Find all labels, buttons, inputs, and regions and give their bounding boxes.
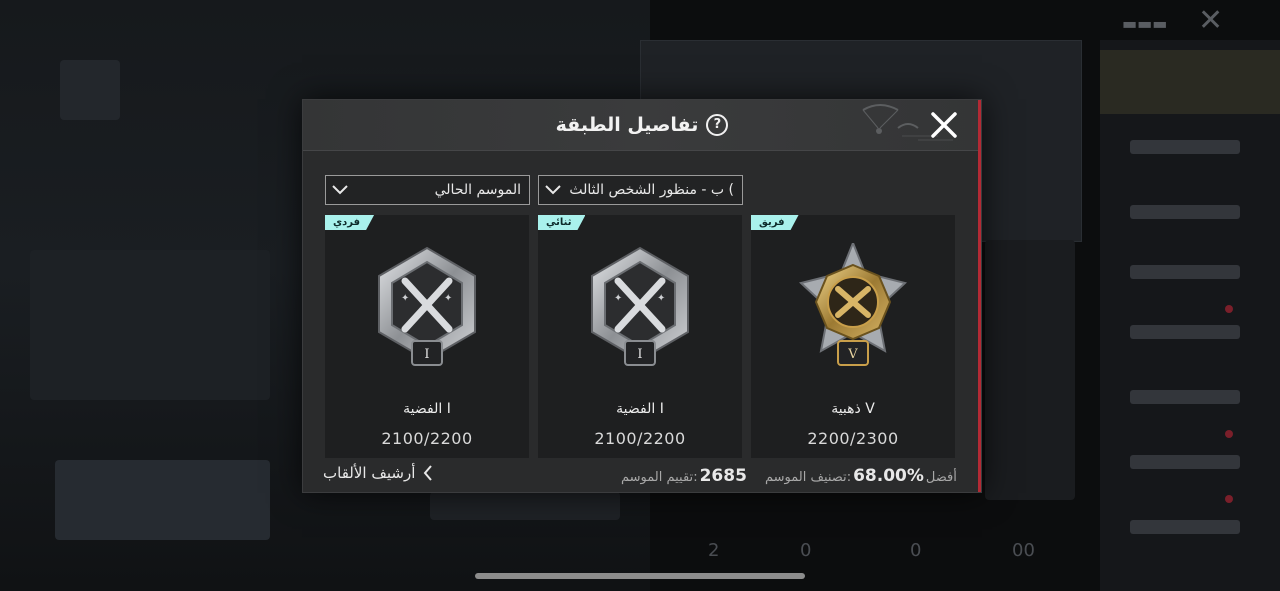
rank-points: 2100/2200	[381, 429, 473, 448]
background-sidebar-item	[1130, 520, 1240, 534]
season-dropdown[interactable]: الموسم الحالي	[325, 175, 530, 205]
chevron-down-icon	[326, 175, 354, 205]
background-sidebar-item	[1130, 205, 1240, 219]
silver-rank-badge-icon: ✦ ✦ I	[378, 246, 476, 366]
background-title: ▬▬▬	[1122, 14, 1168, 33]
background-stat: 00	[1012, 540, 1035, 561]
svg-text:✦: ✦	[657, 293, 665, 304]
svg-text:✦: ✦	[401, 293, 409, 304]
season-rating: تقييم الموسم: 2685	[621, 466, 747, 486]
dialog-title: تفاصيل الطبقة	[555, 114, 699, 136]
archive-label: أرشيف الألقاب	[323, 464, 416, 482]
mode-dropdown-value: ب - منظور الشخص الثالث (	[569, 182, 734, 198]
home-indicator[interactable]	[475, 573, 805, 579]
gold-rank-badge-icon: V	[798, 243, 908, 366]
background-sidebar	[1100, 40, 1280, 591]
help-icon[interactable]: ?	[706, 114, 729, 136]
background-stat: 2	[708, 540, 720, 561]
chevron-down-icon	[539, 175, 567, 205]
dialog-header: تفاصيل الطبقة ?	[303, 100, 981, 151]
season-rating-value: 2685	[699, 466, 747, 486]
rank-points: 2100/2200	[594, 429, 686, 448]
background-notification-dot	[1225, 430, 1233, 438]
rank-card-duo[interactable]: ثنائي ✦ ✦ I الفضية I 2100/2200	[538, 215, 742, 458]
svg-text:I: I	[424, 347, 429, 362]
background-stat: 0	[910, 540, 922, 561]
background-blob	[430, 492, 620, 520]
best-rank-label: أفضل	[925, 470, 957, 485]
background-blob	[985, 240, 1075, 500]
background-blob	[55, 460, 270, 540]
background-blob	[30, 250, 270, 400]
silver-rank-badge-icon: ✦ ✦ I	[591, 246, 689, 366]
rank-card-solo[interactable]: فردي ✦ ✦ I الفضية I 2100/2200	[325, 215, 529, 458]
mode-dropdown[interactable]: ب - منظور الشخص الثالث (	[538, 175, 743, 205]
background-sidebar-highlight	[1100, 50, 1280, 114]
background-stat: 0	[800, 540, 812, 561]
background-sidebar-item	[1130, 265, 1240, 279]
season-dropdown-value: الموسم الحالي	[434, 182, 521, 198]
rank-name: الفضية I	[403, 401, 451, 417]
dialog-title-wrap: تفاصيل الطبقة ?	[303, 100, 981, 150]
rank-name: الفضية I	[616, 401, 664, 417]
mode-tag: ثنائي	[538, 215, 585, 230]
mode-tag: فريق	[751, 215, 799, 230]
svg-text:V: V	[847, 347, 858, 362]
background-sidebar-item	[1130, 140, 1240, 154]
close-icon[interactable]	[927, 108, 961, 142]
season-rating-label: تقييم الموسم:	[621, 470, 698, 485]
background-sidebar-item	[1130, 455, 1240, 469]
best-season-rank: تصنيف الموسم: 68.00% أفضل	[765, 466, 957, 486]
tier-details-dialog: تفاصيل الطبقة ? الموسم الحالي ب - منظور …	[302, 99, 982, 493]
rank-card-squad[interactable]: فريق V ذهبية V 2200/2300	[751, 215, 955, 458]
best-rank-suffix: تصنيف الموسم:	[765, 470, 852, 485]
best-rank-value: 68.00%	[853, 466, 924, 486]
svg-text:✦: ✦	[444, 293, 452, 304]
background-close-icon: ✕	[1198, 3, 1224, 38]
background-notification-dot	[1225, 305, 1233, 313]
rank-name: ذهبية V	[831, 401, 875, 417]
chevron-left-icon	[424, 465, 433, 481]
svg-text:✦: ✦	[614, 293, 622, 304]
title-archive-link[interactable]: أرشيف الألقاب	[323, 464, 433, 482]
rank-points: 2200/2300	[807, 429, 899, 448]
svg-text:I: I	[637, 347, 642, 362]
mode-tag: فردي	[325, 215, 374, 230]
background-blob	[60, 60, 120, 120]
background-sidebar-item	[1130, 390, 1240, 404]
background-sidebar-item	[1130, 325, 1240, 339]
dialog-accent-bar	[978, 100, 981, 492]
background-notification-dot	[1225, 495, 1233, 503]
